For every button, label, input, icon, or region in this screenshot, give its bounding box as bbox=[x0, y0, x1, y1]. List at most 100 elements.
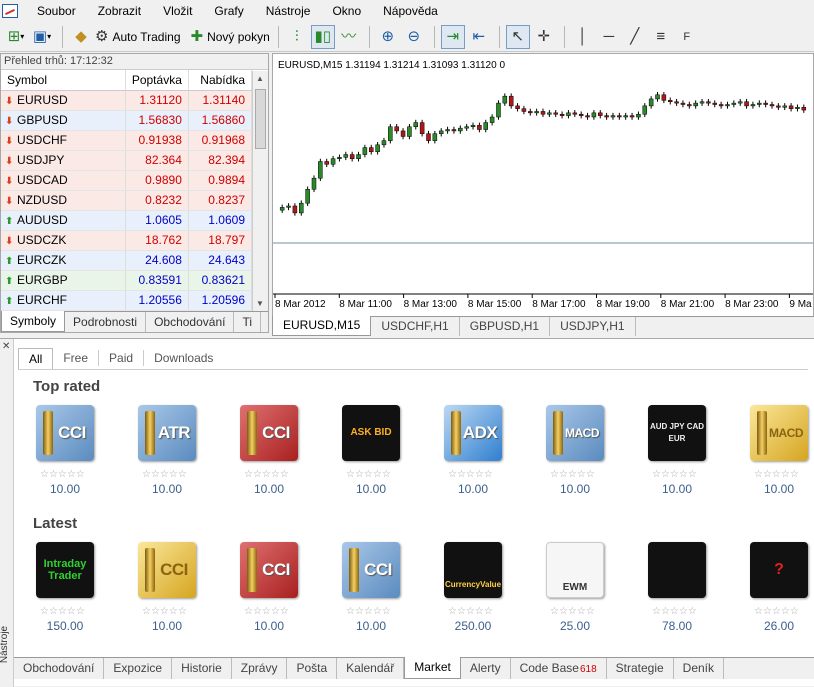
tab-kalendář[interactable]: Kalendář bbox=[337, 658, 405, 679]
menu-view[interactable]: Zobrazit bbox=[87, 0, 152, 22]
trendline-button[interactable]: ╱ bbox=[623, 25, 647, 49]
product-price[interactable]: 10.00 bbox=[141, 619, 193, 633]
market-watch-scrollbar[interactable]: ▲ ▼ bbox=[252, 71, 268, 311]
product-price[interactable]: 26.00 bbox=[753, 619, 805, 633]
product-card[interactable]: CurrencyValue ☆☆☆☆☆ 250.00 bbox=[441, 542, 543, 633]
table-row[interactable]: ⬇ USDCZK 18.762 18.797 bbox=[1, 230, 253, 251]
filter-paid[interactable]: Paid bbox=[99, 350, 145, 366]
product-price[interactable]: 25.00 bbox=[549, 619, 601, 633]
tab-chart-usdjpy[interactable]: USDJPY,H1 bbox=[550, 317, 636, 336]
line-chart-button[interactable]: 〰 bbox=[337, 25, 361, 49]
table-row[interactable]: ⬆ AUDUSD 1.0605 1.0609 bbox=[1, 210, 253, 231]
product-card[interactable]: CCI ☆☆☆☆☆ 10.00 bbox=[135, 542, 237, 633]
column-ask[interactable]: Nabídka bbox=[188, 70, 253, 91]
product-icon[interactable]: CCI bbox=[342, 542, 400, 598]
product-icon[interactable]: ASK BID bbox=[342, 405, 400, 461]
horizontal-line-button[interactable]: ─ bbox=[597, 25, 621, 49]
tab-pošta[interactable]: Pošta bbox=[287, 658, 338, 679]
tab-deník[interactable]: Deník bbox=[674, 658, 725, 679]
product-icon[interactable]: AUD JPY CAD EUR bbox=[648, 405, 706, 461]
column-symbol[interactable]: Symbol bbox=[1, 70, 126, 91]
product-card[interactable]: AUD JPY CAD EUR ☆☆☆☆☆ 10.00 bbox=[645, 405, 747, 496]
new-chart-button[interactable]: ⊞ ▾ bbox=[4, 25, 28, 49]
product-icon[interactable]: CCI bbox=[36, 405, 94, 461]
product-icon[interactable]: ATR bbox=[138, 405, 196, 461]
menu-charts[interactable]: Grafy bbox=[203, 0, 254, 22]
table-row[interactable]: ⬇ EURUSD 1.31120 1.31140 bbox=[1, 90, 253, 111]
product-card[interactable]: CCI ☆☆☆☆☆ 10.00 bbox=[237, 405, 339, 496]
table-row[interactable]: ⬆ EURCHF 1.20556 1.20596 bbox=[1, 290, 253, 311]
bar-chart-button[interactable]: ⫶ bbox=[285, 25, 309, 49]
zoom-in-button[interactable]: ⊕ bbox=[376, 25, 400, 49]
product-price[interactable]: 78.00 bbox=[651, 619, 703, 633]
product-icon[interactable]: CCI bbox=[138, 542, 196, 598]
menu-window[interactable]: Okno bbox=[321, 0, 372, 22]
product-icon[interactable]: MACD bbox=[750, 405, 808, 461]
filter-free[interactable]: Free bbox=[53, 350, 100, 366]
product-price[interactable]: 10.00 bbox=[345, 482, 397, 496]
product-card[interactable]: ATR ☆☆☆☆☆ 10.00 bbox=[135, 405, 237, 496]
product-price[interactable]: 10.00 bbox=[243, 482, 295, 496]
tab-chart-gbpusd[interactable]: GBPUSD,H1 bbox=[460, 317, 551, 336]
menu-file[interactable]: Soubor bbox=[26, 0, 87, 22]
menu-help[interactable]: Nápověda bbox=[372, 0, 449, 22]
profiles-button[interactable]: ▣ ▾ bbox=[30, 25, 54, 49]
text-button[interactable]: F bbox=[675, 25, 699, 49]
product-price[interactable]: 250.00 bbox=[447, 619, 499, 633]
product-price[interactable]: 10.00 bbox=[39, 482, 91, 496]
table-row[interactable]: ⬇ GBPUSD 1.56830 1.56860 bbox=[1, 110, 253, 131]
close-icon[interactable]: ✕ bbox=[2, 341, 10, 352]
table-row[interactable]: ⬇ USDCHF 0.91938 0.91968 bbox=[1, 130, 253, 151]
tab-expozice[interactable]: Expozice bbox=[104, 658, 173, 679]
product-card[interactable]: MACD ☆☆☆☆☆ 10.00 bbox=[543, 405, 645, 496]
metaeditor-button[interactable]: ◆ bbox=[69, 25, 93, 49]
scroll-down-icon[interactable]: ▼ bbox=[256, 299, 264, 308]
product-price[interactable]: 10.00 bbox=[549, 482, 601, 496]
tab-obchodování[interactable]: Obchodování bbox=[14, 658, 105, 679]
auto-trading-button[interactable]: ⚙ Auto Trading bbox=[95, 25, 181, 49]
table-row[interactable]: ⬆ EURCZK 24.608 24.643 bbox=[1, 250, 253, 271]
table-row[interactable]: ⬇ NZDUSD 0.8232 0.8237 bbox=[1, 190, 253, 211]
autoscroll-button[interactable]: ⇥ bbox=[440, 24, 465, 49]
product-icon[interactable]: ADX bbox=[444, 405, 502, 461]
product-card[interactable]: EWM ☆☆☆☆☆ 25.00 bbox=[543, 542, 645, 633]
product-card[interactable]: CCI ☆☆☆☆☆ 10.00 bbox=[339, 542, 441, 633]
product-price[interactable]: 10.00 bbox=[651, 482, 703, 496]
product-icon[interactable]: CurrencyValue bbox=[444, 542, 502, 598]
zoom-out-button[interactable]: ⊖ bbox=[402, 25, 426, 49]
tab-alerty[interactable]: Alerty bbox=[461, 658, 511, 679]
product-card[interactable]: ADX ☆☆☆☆☆ 10.00 bbox=[441, 405, 543, 496]
scroll-thumb[interactable] bbox=[255, 89, 266, 149]
table-row[interactable]: ⬇ USDJPY 82.364 82.394 bbox=[1, 150, 253, 171]
product-price[interactable]: 150.00 bbox=[39, 619, 91, 633]
product-icon[interactable]: CCI bbox=[240, 405, 298, 461]
tab-ticks[interactable]: Ti bbox=[234, 312, 262, 332]
tab-chart-usdchf[interactable]: USDCHF,H1 bbox=[371, 317, 460, 336]
tab-zprávy[interactable]: Zprávy bbox=[232, 658, 288, 679]
tab-chart-eurusd[interactable]: EURUSD,M15 bbox=[272, 316, 372, 336]
fibo-button[interactable]: ≡ bbox=[649, 25, 673, 49]
product-price[interactable]: 10.00 bbox=[141, 482, 193, 496]
product-price[interactable]: 10.00 bbox=[753, 482, 805, 496]
column-bid[interactable]: Poptávka bbox=[125, 70, 189, 91]
menu-insert[interactable]: Vložit bbox=[152, 0, 203, 22]
product-card[interactable]: Intraday Trader ☆☆☆☆☆ 150.00 bbox=[33, 542, 135, 633]
product-icon[interactable]: ? bbox=[750, 542, 808, 598]
tab-details[interactable]: Podrobnosti bbox=[65, 312, 147, 332]
chart-shift-button[interactable]: ⇤ bbox=[467, 25, 491, 49]
product-price[interactable]: 10.00 bbox=[345, 619, 397, 633]
tab-market[interactable]: Market bbox=[404, 657, 461, 679]
scroll-up-icon[interactable]: ▲ bbox=[256, 74, 264, 83]
tab-trading[interactable]: Obchodování bbox=[146, 312, 235, 332]
new-order-button[interactable]: ✚ Nový pokyn bbox=[191, 25, 270, 49]
product-card[interactable]: CCI ☆☆☆☆☆ 10.00 bbox=[33, 405, 135, 496]
product-icon[interactable]: CCI bbox=[240, 542, 298, 598]
product-icon[interactable]: MACD bbox=[546, 405, 604, 461]
product-icon[interactable]: Intraday Trader bbox=[36, 542, 94, 598]
tab-historie[interactable]: Historie bbox=[172, 658, 232, 679]
chart-window[interactable]: 8 Mar 2012 8 Mar 11:00 8 Mar 13:00 8 Mar 15… bbox=[272, 53, 814, 336]
tab-code-base[interactable]: Code Base618 bbox=[511, 658, 607, 679]
vertical-line-button[interactable]: │ bbox=[571, 25, 595, 49]
cursor-button[interactable]: ↖ bbox=[505, 24, 530, 49]
product-card[interactable]: ASK BID ☆☆☆☆☆ 10.00 bbox=[339, 405, 441, 496]
